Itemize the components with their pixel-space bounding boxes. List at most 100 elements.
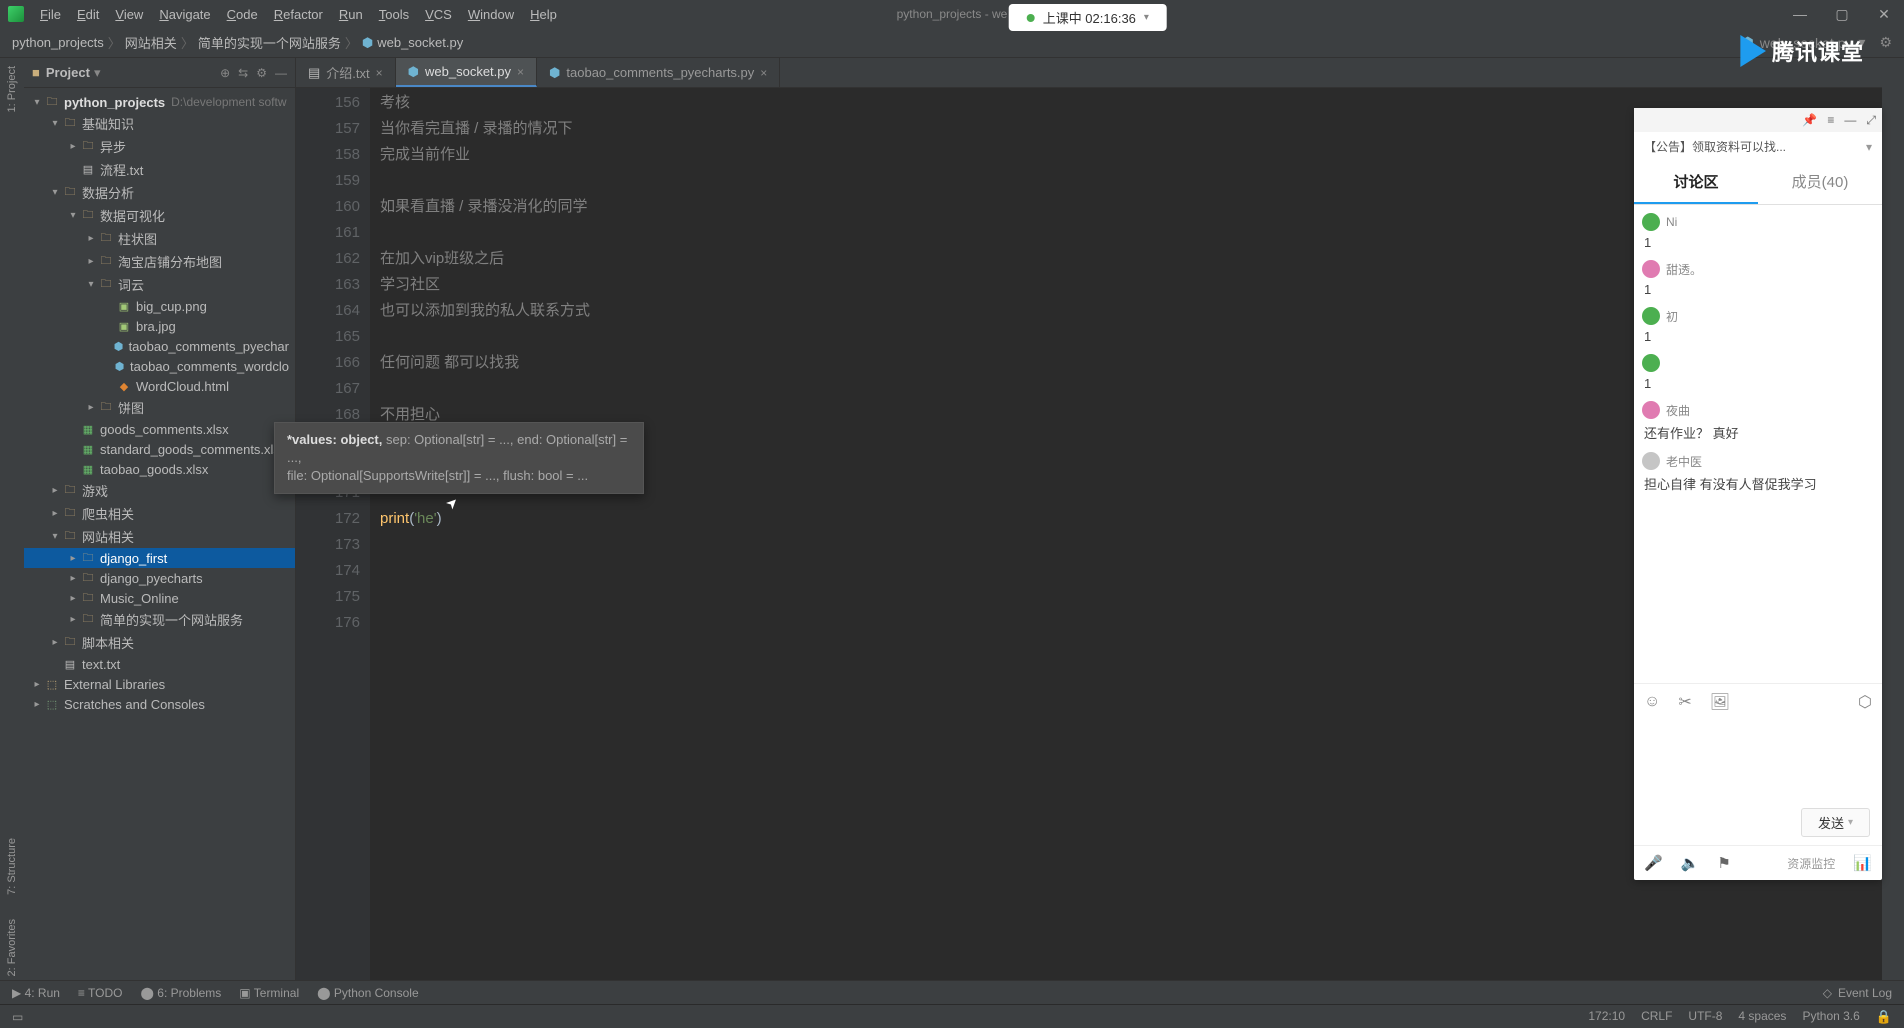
- send-button[interactable]: 发送 ▾: [1801, 808, 1870, 837]
- gear-icon[interactable]: ⚙: [256, 66, 267, 80]
- tree-item[interactable]: ▾🗀词云: [24, 273, 295, 296]
- avatar: [1642, 354, 1660, 372]
- tree-item[interactable]: ▤text.txt: [24, 654, 295, 674]
- tool-problems[interactable]: ⬤ 6: Problems: [141, 986, 222, 1000]
- minimize-button[interactable]: —: [1788, 2, 1812, 26]
- class-status-pill[interactable]: 上课中 02:16:36 ▾: [1009, 4, 1167, 31]
- chat-message-list[interactable]: Ni1甜透。1初11夜曲还有作业？ 真好老中医担心自律 有没有人督促我学习: [1634, 205, 1882, 683]
- python-interpreter[interactable]: Python 3.6: [1802, 1009, 1859, 1025]
- tree-item[interactable]: ▸🗀Music_Online: [24, 588, 295, 608]
- breadcrumb-item[interactable]: 网站相关: [125, 33, 177, 52]
- sidebar-tab-project[interactable]: 1: Project: [6, 62, 18, 116]
- tree-item[interactable]: ⬢taobao_comments_wordclo: [24, 356, 295, 376]
- flag-icon[interactable]: ⚑: [1717, 854, 1730, 872]
- tree-item[interactable]: ⬢taobao_comments_pyechar: [24, 336, 295, 356]
- menu-tools[interactable]: Tools: [371, 3, 417, 26]
- tree-item[interactable]: ▣big_cup.png: [24, 296, 295, 316]
- tree-item[interactable]: ▣bra.jpg: [24, 316, 295, 336]
- chat-tab-members[interactable]: 成员(40): [1758, 161, 1882, 204]
- menu-help[interactable]: Help: [522, 3, 565, 26]
- sidebar-tab-favorites[interactable]: 2: Favorites: [6, 915, 18, 980]
- tool-event-log[interactable]: ◇ Event Log: [1823, 986, 1892, 1000]
- avatar: [1642, 307, 1660, 325]
- chat-input[interactable]: [1634, 720, 1882, 800]
- menu-view[interactable]: View: [107, 3, 151, 26]
- breadcrumb-item[interactable]: ⬢web_socket.py: [362, 35, 463, 51]
- close-icon[interactable]: ×: [376, 66, 383, 80]
- chart-icon[interactable]: 📊: [1853, 854, 1872, 872]
- emoji-icon[interactable]: ☺: [1644, 693, 1660, 711]
- speaker-icon[interactable]: 🔈: [1681, 854, 1700, 872]
- tool-python-console[interactable]: ⬤ Python Console: [317, 986, 419, 1000]
- tree-item[interactable]: ▸🗀脚本相关: [24, 631, 295, 654]
- tree-root[interactable]: ▾🗀python_projectsD:\development softw: [24, 92, 295, 112]
- tree-item[interactable]: ▸🗀简单的实现一个网站服务: [24, 608, 295, 631]
- menu-code[interactable]: Code: [219, 3, 266, 26]
- tree-item[interactable]: ▸🗀异步: [24, 135, 295, 158]
- file-encoding[interactable]: UTF-8: [1688, 1009, 1722, 1025]
- menu-edit[interactable]: Edit: [69, 3, 107, 26]
- tool-run[interactable]: ▶ 4: Run: [12, 986, 60, 1000]
- scissors-icon[interactable]: ✂: [1678, 692, 1691, 712]
- collapse-icon[interactable]: —: [275, 66, 287, 80]
- avatar: [1642, 401, 1660, 419]
- expand-icon[interactable]: ⇆: [238, 66, 248, 80]
- menu-icon[interactable]: ≡: [1827, 113, 1834, 127]
- menu-window[interactable]: Window: [460, 3, 522, 26]
- sidebar-tab-structure[interactable]: 7: Structure: [6, 834, 18, 899]
- tree-item[interactable]: ▤流程.txt: [24, 158, 295, 181]
- menu-refactor[interactable]: Refactor: [266, 3, 331, 26]
- tree-item[interactable]: ▸🗀淘宝店铺分布地图: [24, 250, 295, 273]
- breadcrumb-separator: 〉: [181, 33, 194, 52]
- tree-scratches[interactable]: ▸⬚Scratches and Consoles: [24, 694, 295, 714]
- line-separator[interactable]: CRLF: [1641, 1009, 1672, 1025]
- cursor-position[interactable]: 172:10: [1588, 1009, 1625, 1025]
- lock-icon[interactable]: 🔒: [1876, 1009, 1892, 1025]
- maximize-button[interactable]: ▢: [1830, 2, 1854, 26]
- menu-navigate[interactable]: Navigate: [151, 3, 218, 26]
- locate-icon[interactable]: ⊕: [220, 66, 230, 80]
- resource-monitor[interactable]: 资源监控: [1787, 855, 1835, 872]
- tree-item[interactable]: ▦taobao_goods.xlsx: [24, 459, 295, 479]
- tool-terminal[interactable]: ▣ Terminal: [239, 986, 299, 1000]
- tree-item[interactable]: ▸🗀柱状图: [24, 227, 295, 250]
- chevron-down-icon[interactable]: ▾: [94, 65, 101, 81]
- minimize-chat-icon[interactable]: —: [1844, 113, 1856, 127]
- close-button[interactable]: ✕: [1872, 2, 1896, 26]
- tree-item[interactable]: ▦goods_comments.xlsx: [24, 419, 295, 439]
- menu-vcs[interactable]: VCS: [417, 3, 460, 26]
- tree-external[interactable]: ▸⬚External Libraries: [24, 674, 295, 694]
- tree-item[interactable]: ▾🗀数据分析: [24, 181, 295, 204]
- tree-item[interactable]: ▦standard_goods_comments.xls: [24, 439, 295, 459]
- tree-item[interactable]: ◆WordCloud.html: [24, 376, 295, 396]
- gear-icon[interactable]: ⬡: [1858, 692, 1872, 712]
- editor-tab[interactable]: ⬢web_socket.py×: [396, 58, 537, 87]
- close-icon[interactable]: ×: [760, 66, 767, 80]
- tree-item[interactable]: ▸🗀游戏: [24, 479, 295, 502]
- menu-file[interactable]: File: [32, 3, 69, 26]
- tree-item[interactable]: ▾🗀基础知识: [24, 112, 295, 135]
- indent-setting[interactable]: 4 spaces: [1738, 1009, 1786, 1025]
- image-icon[interactable]: 🖼: [1710, 692, 1730, 712]
- tree-item[interactable]: ▸🗀饼图: [24, 396, 295, 419]
- chat-notice[interactable]: 【公告】领取资料可以找... ▾: [1634, 132, 1882, 161]
- chat-tab-discuss[interactable]: 讨论区: [1634, 161, 1758, 204]
- editor-tab[interactable]: ▤介绍.txt×: [296, 58, 396, 87]
- editor-tab[interactable]: ⬢taobao_comments_pyecharts.py×: [537, 58, 780, 87]
- close-chat-icon[interactable]: ⤢: [1866, 113, 1876, 128]
- pin-icon[interactable]: 📌: [1802, 113, 1817, 127]
- chevron-down-icon: ▾: [1866, 140, 1872, 154]
- project-tree[interactable]: ▾🗀python_projectsD:\development softw▾🗀基…: [24, 88, 295, 980]
- bottom-toolbar: ▶ 4: Run ≡ TODO ⬤ 6: Problems ▣ Terminal…: [0, 980, 1904, 1004]
- tree-item[interactable]: ▾🗀数据可视化: [24, 204, 295, 227]
- breadcrumb-item[interactable]: 简单的实现一个网站服务: [198, 33, 341, 52]
- tool-todo[interactable]: ≡ TODO: [78, 986, 123, 1000]
- tree-item[interactable]: ▸🗀django_first: [24, 548, 295, 568]
- tree-item[interactable]: ▾🗀网站相关: [24, 525, 295, 548]
- mic-icon[interactable]: 🎤: [1644, 854, 1663, 872]
- tree-item[interactable]: ▸🗀django_pyecharts: [24, 568, 295, 588]
- close-icon[interactable]: ×: [517, 65, 524, 79]
- tree-item[interactable]: ▸🗀爬虫相关: [24, 502, 295, 525]
- breadcrumb-item[interactable]: python_projects: [12, 35, 104, 50]
- menu-run[interactable]: Run: [331, 3, 371, 26]
